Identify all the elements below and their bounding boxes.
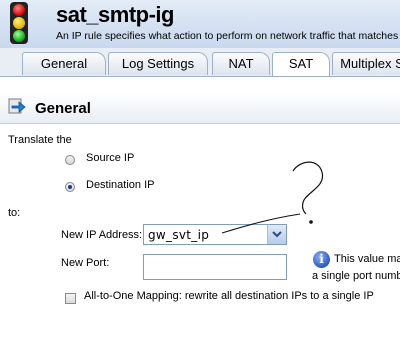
new-port-label: New Port: — [61, 257, 110, 269]
tab-multiplex[interactable]: Multiplex S — [332, 52, 400, 75]
to-label: to: — [8, 207, 21, 219]
tab-sat[interactable]: SAT — [272, 52, 330, 76]
traffic-light-icon — [10, 2, 28, 44]
destination-ip-label: Destination IP — [86, 179, 155, 191]
tab-log-settings[interactable]: Log Settings — [108, 52, 208, 75]
destination-ip-radio[interactable] — [65, 182, 75, 192]
yellow-lamp — [13, 17, 25, 29]
header: sat_smtp-ig An IP rule specifies what ac… — [0, 0, 400, 48]
section-header: General — [0, 93, 400, 124]
translate-label: Translate the — [8, 134, 72, 146]
all-to-one-label: All-to-One Mapping: rewrite all destinat… — [84, 290, 374, 302]
tab-nat[interactable]: NAT — [212, 52, 270, 75]
new-ip-select[interactable]: gw_svt_ip — [143, 224, 287, 245]
info-icon: i — [313, 251, 330, 268]
tab-bar: General Log Settings NAT SAT Multiplex S — [0, 48, 400, 77]
green-lamp — [13, 30, 25, 42]
source-ip-radio[interactable] — [65, 155, 75, 165]
page-title: sat_smtp-ig — [56, 2, 174, 27]
chevron-down-icon — [272, 231, 282, 238]
source-ip-label: Source IP — [86, 152, 135, 164]
new-port-input[interactable] — [143, 254, 287, 280]
tab-general[interactable]: General — [22, 52, 106, 75]
arrow-right-icon — [8, 98, 26, 114]
section-title: General — [35, 100, 91, 117]
new-ip-label: New IP Address: — [61, 229, 143, 241]
info-text-line1: This value mat — [334, 253, 400, 265]
new-ip-value: gw_svt_ip — [148, 228, 210, 242]
all-to-one-checkbox[interactable] — [65, 293, 76, 304]
page-description: An IP rule specifies what action to perf… — [56, 30, 399, 42]
red-lamp — [13, 4, 25, 16]
info-text-line2: a single port numb — [312, 270, 400, 282]
dropdown-button[interactable] — [267, 225, 286, 244]
